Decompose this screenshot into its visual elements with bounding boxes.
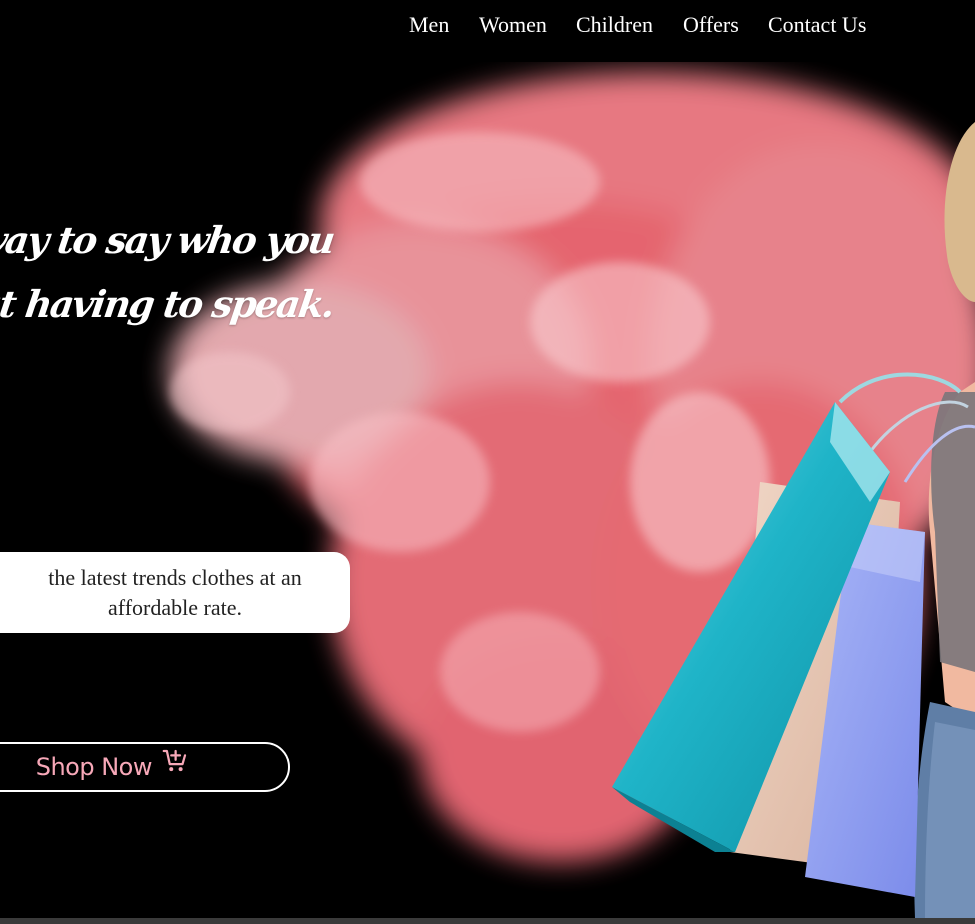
shop-now-button[interactable]: Shop Now — [0, 742, 290, 792]
hero-description-card: the latest trends clothes at an affordab… — [0, 552, 350, 633]
cart-plus-icon — [162, 749, 187, 772]
bottom-edge-bar — [0, 918, 975, 924]
shop-now-label: Shop Now — [35, 753, 153, 781]
hero-tagline-line-1: r a way to say who you — [0, 218, 337, 262]
hero-tagline-line-2: ithout having to speak. — [0, 282, 337, 326]
nav-link-men[interactable]: Men — [409, 12, 449, 38]
nav-link-children[interactable]: Children — [576, 12, 653, 38]
nav-link-women[interactable]: Women — [479, 12, 547, 38]
nav-link-contact-us[interactable]: Contact Us — [768, 12, 866, 38]
nav-link-offers[interactable]: Offers — [683, 12, 739, 38]
top-navigation-bar: Men Women Children Offers Contact Us — [0, 0, 975, 62]
hero-banner: r a way to say who you ithout having to … — [0, 62, 975, 918]
hero-description-text: the latest trends clothes at an affordab… — [48, 564, 302, 620]
